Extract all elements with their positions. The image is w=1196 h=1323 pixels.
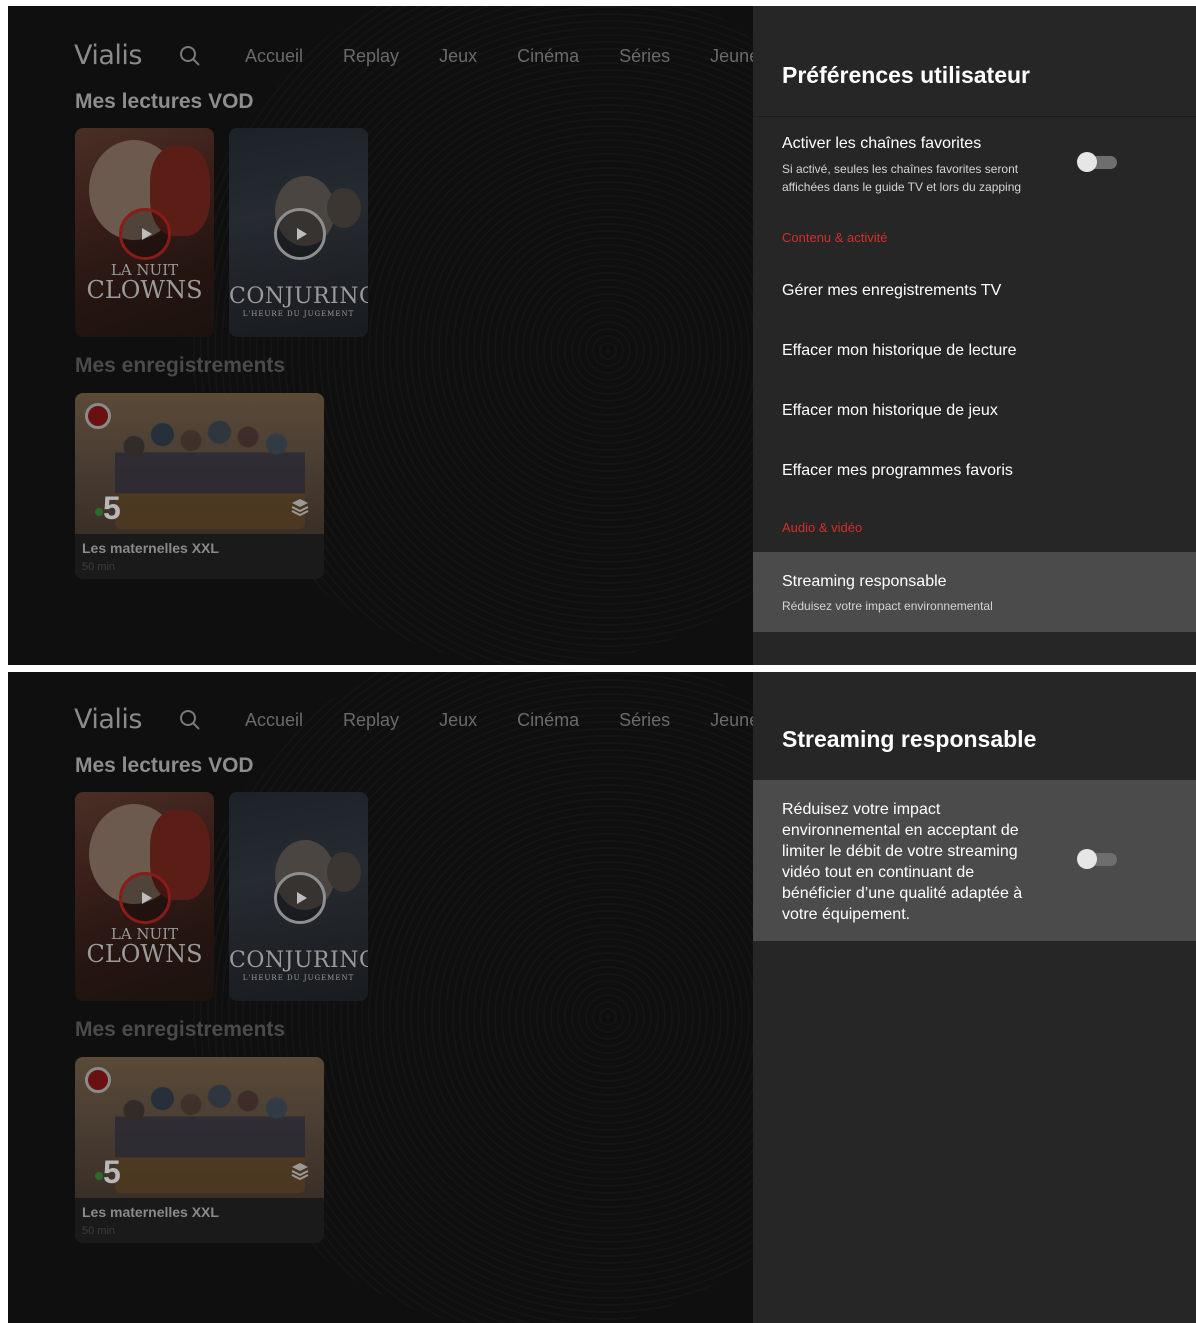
recording-title: Les maternelles XXL [82,540,219,556]
layers-icon [291,499,309,517]
menu-item-clear-favorite-programs[interactable]: Effacer mes programmes favoris [753,444,1196,500]
streaming-sub: Réduisez votre impact environnemental [782,599,993,613]
recording-thumbnail: 5 [75,1057,324,1198]
poster-conjuring[interactable]: CONJURING L'HEURE DU JUGEMENT [229,792,368,1001]
menu-item-label: Effacer mon historique de jeux [782,402,998,419]
vod-row-title: Mes lectures VOD [75,754,254,777]
streaming-label: Streaming responsable [782,573,947,590]
streaming-panel: Streaming responsable Réduisez votre imp… [753,672,1196,1323]
poster-title-line1: CONJURING [229,948,368,973]
record-icon [85,1067,111,1093]
recording-duration: 50 min [82,561,116,573]
favorites-toggle[interactable] [1077,152,1117,172]
app-background: Vialis Accueil Replay Jeux Cinéma Séries… [8,6,753,665]
panel-title: Préférences utilisateur [782,62,1031,88]
main-nav: Accueil Replay Jeux Cinéma Séries Jeune [245,710,753,731]
menu-item-label: Effacer mes programmes favoris [782,462,1013,479]
recordings-row-title: Mes enregistrements [75,1018,286,1041]
poster-title-line2: L'HEURE DU JUGEMENT [242,974,355,982]
play-icon[interactable] [274,208,326,260]
nav-jeux[interactable]: Jeux [439,46,477,67]
poster-title-line2: CLOWNS [86,940,203,968]
nav-accueil[interactable]: Accueil [245,46,303,67]
search-icon[interactable] [178,708,202,732]
play-icon[interactable] [119,208,171,260]
vialis-logo: Vialis [74,704,143,735]
search-icon[interactable] [178,44,202,68]
nav-series[interactable]: Séries [619,46,670,67]
menu-item-clear-watch-history[interactable]: Effacer mon historique de lecture [753,324,1196,380]
section-content-activity: Contenu & activité [782,230,888,245]
nav-cinema[interactable]: Cinéma [517,46,579,67]
play-icon[interactable] [119,872,171,924]
main-nav: Accueil Replay Jeux Cinéma Séries Jeune [245,46,753,67]
poster-clowns[interactable]: LA NUIT CLOWNS [75,128,214,337]
thumbnail-art [115,411,305,529]
poster-clowns[interactable]: LA NUIT CLOWNS [75,792,214,1001]
channel-number: 5 [103,1154,121,1190]
vialis-logo: Vialis [74,40,143,71]
menu-item-responsible-streaming[interactable]: Streaming responsable Réduisez votre imp… [753,552,1196,632]
poster-title-line1: CONJURING [229,284,368,309]
nav-jeunesse[interactable]: Jeune [710,46,753,67]
description-line: bénéficier d’une qualité adaptée à [782,885,1023,902]
recording-title: Les maternelles XXL [82,1204,219,1220]
poster-conjuring[interactable]: CONJURING L'HEURE DU JUGEMENT [229,128,368,337]
nav-accueil[interactable]: Accueil [245,710,303,731]
nav-cinema[interactable]: Cinéma [517,710,579,731]
menu-item-label: Effacer mon historique de lecture [782,342,1017,359]
play-icon[interactable] [274,872,326,924]
menu-item-clear-game-history[interactable]: Effacer mon historique de jeux [753,384,1196,440]
channel-number: 5 [103,490,121,526]
favorites-label: Activer les chaînes favorites [782,135,982,152]
nav-jeux[interactable]: Jeux [439,710,477,731]
screen-responsible-streaming: Vialis Accueil Replay Jeux Cinéma Séries… [8,672,1196,1323]
poster-title-line2: L'HEURE DU JUGEMENT [242,310,355,318]
recording-card[interactable]: 5 Les maternelles XXL 50 min [75,1057,324,1243]
menu-item-manage-recordings[interactable]: Gérer mes enregistrements TV [753,264,1196,320]
menu-item-label: Gérer mes enregistrements TV [782,282,1002,299]
record-icon [85,403,111,429]
app-background: Vialis Accueil Replay Jeux Cinéma Séries… [8,672,753,1323]
recording-duration: 50 min [82,1225,116,1237]
description-line: votre équipement. [782,906,911,923]
panel-header: Préférences utilisateur [753,6,1196,117]
live-indicator-icon [95,508,103,516]
layers-icon [291,1163,309,1181]
section-audio-video: Audio & vidéo [782,520,863,535]
nav-replay[interactable]: Replay [343,46,399,67]
top-bar: Vialis Accueil Replay Jeux Cinéma Séries… [8,6,753,76]
streaming-description: Réduisez votre impact environnemental en… [782,799,1052,925]
panel-title: Streaming responsable [782,726,1037,752]
vod-row-title: Mes lectures VOD [75,90,254,113]
live-indicator-icon [95,1172,103,1180]
description-line: vidéo tout en continuant de [782,864,975,881]
nav-jeunesse[interactable]: Jeune [710,710,753,731]
panel-header: Streaming responsable [753,672,1196,779]
poster-art-face [327,188,361,228]
screen-preferences: Vialis Accueil Replay Jeux Cinéma Séries… [8,6,1196,665]
thumbnail-art [115,1075,305,1193]
favorites-sub-line1: Si activé, seules les chaînes favorites … [782,162,1019,176]
description-line: environnemental en acceptant de [782,822,1019,839]
favorites-sub-line2: affichées dans le guide TV et lors du za… [782,180,1022,194]
poster-title-line2: CLOWNS [86,276,203,304]
recordings-row-title: Mes enregistrements [75,354,286,377]
top-bar: Vialis Accueil Replay Jeux Cinéma Séries… [8,672,753,742]
description-line: limiter le débit de votre streaming [782,843,1018,860]
preferences-panel: Préférences utilisateur Activer les chaî… [753,6,1196,665]
nav-series[interactable]: Séries [619,710,670,731]
recording-card[interactable]: 5 Les maternelles XXL 50 min [75,393,324,579]
poster-art-face [327,852,361,892]
nav-replay[interactable]: Replay [343,710,399,731]
description-line: Réduisez votre impact [782,801,941,818]
responsible-streaming-toggle[interactable] [1077,849,1117,869]
favorites-channels-setting[interactable]: Activer les chaînes favorites Si activé,… [753,118,1196,200]
responsible-streaming-setting[interactable]: Réduisez votre impact environnemental en… [753,780,1196,941]
recording-thumbnail: 5 [75,393,324,534]
